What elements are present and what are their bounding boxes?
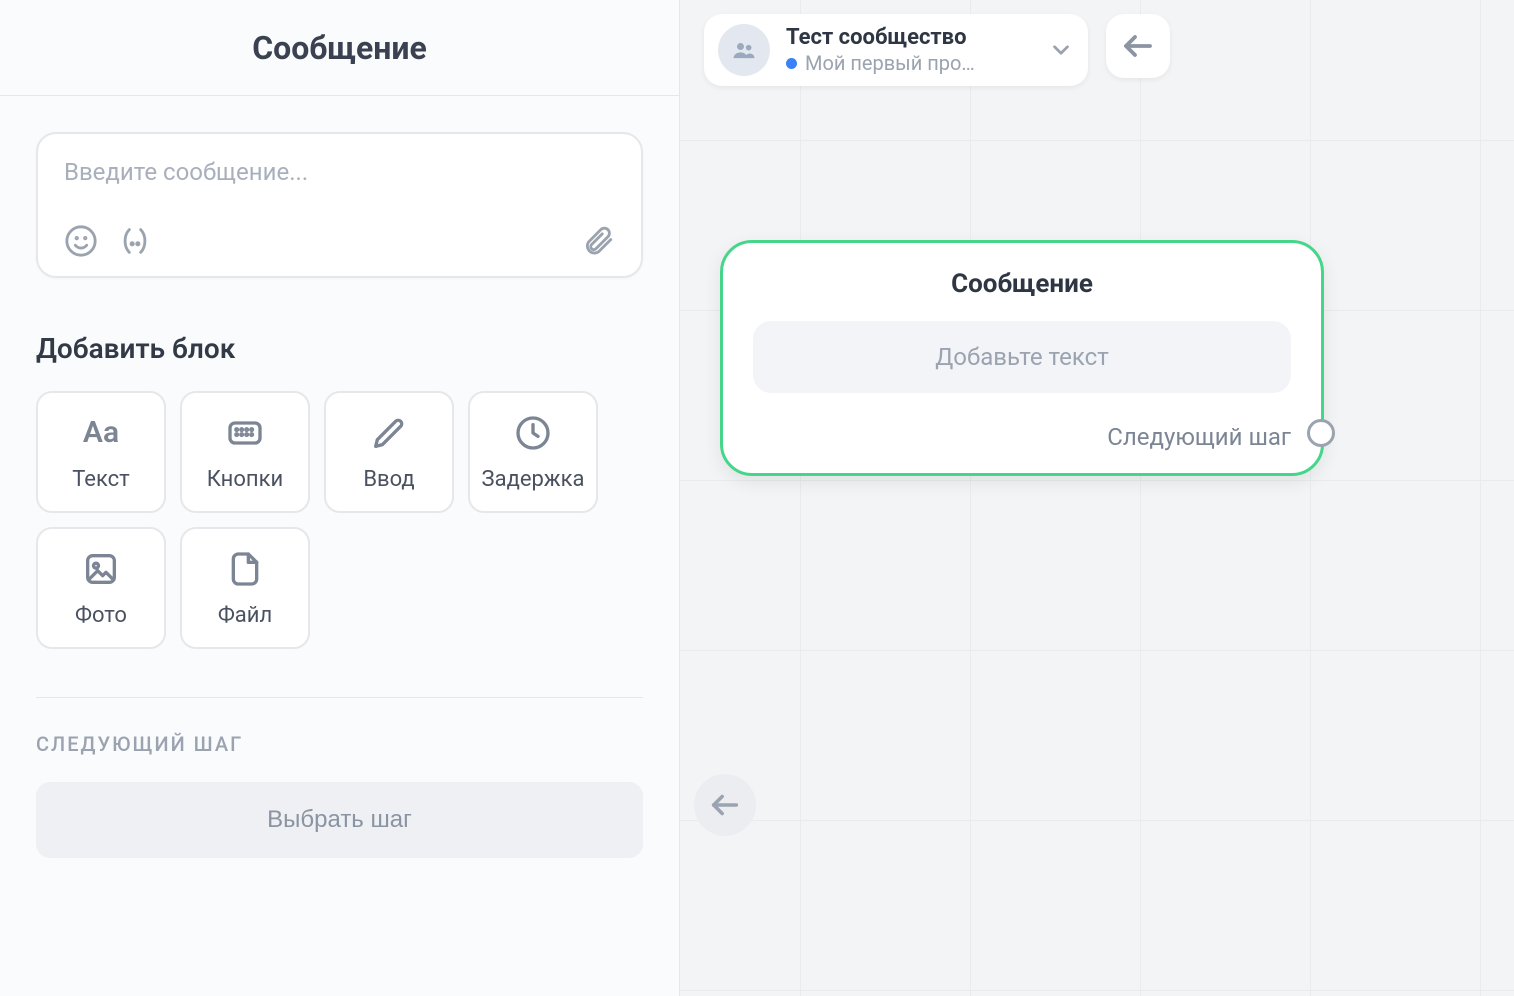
flow-node-message[interactable]: Сообщение Добавьте текст Следующий шаг xyxy=(720,240,1324,476)
image-icon xyxy=(81,549,121,589)
chevron-down-icon[interactable] xyxy=(1048,37,1074,63)
panel-title: Сообщение xyxy=(252,29,427,67)
block-tile-file[interactable]: Файл xyxy=(180,527,310,649)
divider xyxy=(36,697,643,698)
variable-icon[interactable] xyxy=(118,224,152,258)
block-tile-delay[interactable]: Задержка xyxy=(468,391,598,513)
node-output-port[interactable] xyxy=(1307,419,1335,447)
message-input-card[interactable]: Введите сообщение... xyxy=(36,132,643,278)
node-title: Сообщение xyxy=(753,269,1291,299)
clock-icon xyxy=(513,413,553,453)
keyboard-icon xyxy=(225,413,265,453)
block-tile-input[interactable]: Ввод xyxy=(324,391,454,513)
project-name: Мой первый про… xyxy=(805,51,975,75)
emoji-icon[interactable] xyxy=(64,224,98,258)
pencil-icon xyxy=(369,413,409,453)
message-toolbar xyxy=(64,224,615,258)
text-icon: Aa xyxy=(81,413,121,453)
next-step-heading: СЛЕДУЮЩИЙ ШАГ xyxy=(36,732,643,756)
add-block-heading: Добавить блок xyxy=(36,332,643,365)
block-tile-label: Задержка xyxy=(482,467,585,492)
block-tile-label: Текст xyxy=(72,467,130,492)
node-text-placeholder[interactable]: Добавьте текст xyxy=(753,321,1291,393)
panel-header: Сообщение xyxy=(0,0,679,96)
node-next-label: Следующий шаг xyxy=(1107,423,1291,451)
file-icon xyxy=(225,549,265,589)
block-tile-label: Файл xyxy=(218,603,272,628)
status-dot xyxy=(786,58,797,69)
community-name: Тест сообщество xyxy=(786,25,975,51)
panel-body: Введите сообщение... Добавить блок Aa Те… xyxy=(0,96,679,996)
message-placeholder[interactable]: Введите сообщение... xyxy=(64,158,615,186)
context-back-button[interactable] xyxy=(1106,14,1170,78)
block-tile-photo[interactable]: Фото xyxy=(36,527,166,649)
context-selector[interactable]: Тест сообщество Мой первый про… xyxy=(704,14,1088,86)
block-grid: Aa Текст Кнопки Ввод Задержка xyxy=(36,391,643,649)
block-tile-text[interactable]: Aa Текст xyxy=(36,391,166,513)
canvas-back-button[interactable] xyxy=(694,774,756,836)
flow-canvas[interactable]: Тест сообщество Мой первый про… Сообщени… xyxy=(680,0,1514,996)
block-tile-buttons[interactable]: Кнопки xyxy=(180,391,310,513)
choose-step-button[interactable]: Выбрать шаг xyxy=(36,782,643,858)
community-avatar-icon xyxy=(718,24,770,76)
block-tile-label: Кнопки xyxy=(207,467,283,492)
context-bar: Тест сообщество Мой первый про… xyxy=(704,14,1170,86)
block-tile-label: Ввод xyxy=(363,467,414,492)
block-tile-label: Фото xyxy=(75,603,127,628)
editor-panel: Сообщение Введите сообщение... Добавить … xyxy=(0,0,680,996)
paperclip-icon[interactable] xyxy=(581,224,615,258)
